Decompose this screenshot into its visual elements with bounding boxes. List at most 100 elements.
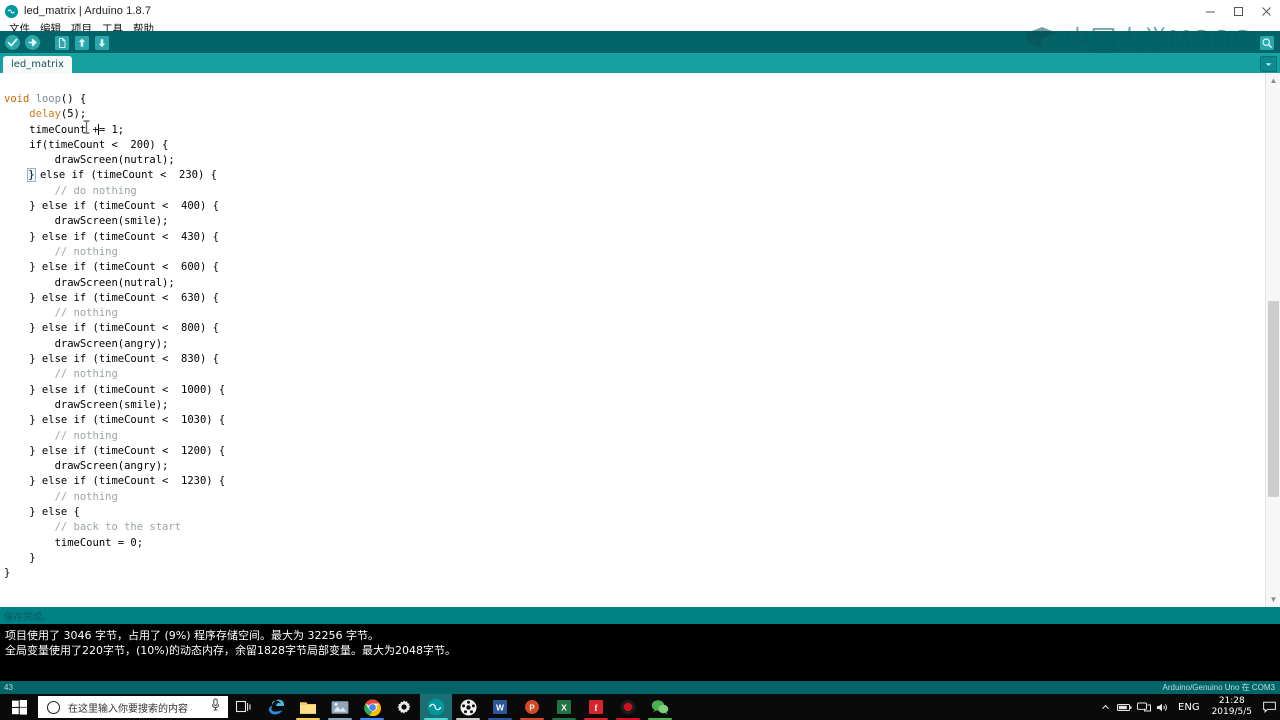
cursor-line-number: 43 xyxy=(4,683,13,692)
battery-icon[interactable] xyxy=(1115,694,1134,720)
hidden-icons-chevron-icon[interactable] xyxy=(1096,694,1115,720)
code-line: } else if (timeCount < 1030) { xyxy=(0,413,1264,428)
code-comment: // do nothing xyxy=(54,184,137,197)
scroll-up-button[interactable]: ▲ xyxy=(1266,73,1280,88)
code-token: } xyxy=(4,551,36,564)
foxit-icon[interactable]: f xyxy=(580,694,612,720)
code-line: // back to the start xyxy=(0,520,1264,535)
code-token: drawScreen(angry); xyxy=(4,337,169,350)
code-line: timeCount = 0; xyxy=(0,536,1264,551)
code-line: // do nothing xyxy=(0,184,1264,199)
code-token: drawScreen(angry); xyxy=(4,460,169,473)
taskbar-search-box[interactable]: 在这里输入你要搜索的内容 xyxy=(38,696,228,718)
input-language-indicator[interactable]: ENG xyxy=(1172,702,1206,713)
code-token: } else if (timeCount < 400) { xyxy=(4,200,219,213)
task-view-icon[interactable] xyxy=(228,694,260,720)
console-line-2: 全局变量使用了220字节，(10%)的动态内存，余留1828字节局部变量。最大为… xyxy=(5,644,457,657)
toolbar-buttons xyxy=(3,33,111,52)
code-line: drawScreen(angry); xyxy=(0,337,1264,352)
tab-menu-button[interactable] xyxy=(1260,56,1277,72)
search-input[interactable]: 在这里输入你要搜索的内容 xyxy=(68,700,210,715)
code-line: } else if (timeCount < 830) { xyxy=(0,352,1264,367)
maximize-button[interactable] xyxy=(1224,0,1252,22)
taskbar-app-icons: W P X f xyxy=(228,694,676,720)
code-line: drawScreen(angry); xyxy=(0,459,1264,474)
file-explorer-icon[interactable] xyxy=(292,694,324,720)
microphone-icon[interactable] xyxy=(210,698,221,716)
code-line: // nothing xyxy=(0,490,1264,505)
word-icon[interactable]: W xyxy=(484,694,516,720)
code-keyword: delay xyxy=(29,108,61,121)
arduino-icon[interactable] xyxy=(420,694,452,720)
svg-text:X: X xyxy=(561,703,567,713)
close-button[interactable] xyxy=(1252,0,1280,22)
chrome-icon[interactable] xyxy=(356,694,388,720)
cortana-circle-icon xyxy=(47,700,60,714)
code-token: } else if (timeCount < 830) { xyxy=(4,353,219,366)
code-comment: // back to the start xyxy=(54,521,182,534)
clock-date: 2019/5/5 xyxy=(1211,707,1252,717)
excel-icon[interactable]: X xyxy=(548,694,580,720)
scroll-down-button[interactable]: ▼ xyxy=(1266,592,1280,607)
photos-icon[interactable] xyxy=(324,694,356,720)
windows-start-icon[interactable] xyxy=(0,694,38,720)
code-text[interactable]: void loop() { delay(5); timeCount += 1; … xyxy=(0,73,1264,582)
code-token: } else if (timeCount < 600) { xyxy=(4,261,219,274)
tab-label: led_matrix xyxy=(11,59,64,70)
serial-monitor-button[interactable] xyxy=(1257,33,1276,52)
toolbar xyxy=(0,31,1280,53)
title-bar: led_matrix | Arduino 1.8.7 xyxy=(0,0,1280,23)
settings-icon[interactable] xyxy=(388,694,420,720)
scrollbar-track[interactable] xyxy=(1266,88,1280,592)
code-line: } xyxy=(0,566,1264,581)
open-sketch-button[interactable] xyxy=(72,33,91,52)
media-player-icon[interactable] xyxy=(452,694,484,720)
notification-icon[interactable] xyxy=(1258,694,1280,720)
code-keyword: void xyxy=(4,93,30,105)
new-sketch-button[interactable] xyxy=(52,33,71,52)
code-line: drawScreen(nutral); xyxy=(0,153,1264,168)
code-editor[interactable]: void loop() { delay(5); timeCount += 1; … xyxy=(0,73,1280,607)
board-port-info: Arduino/Genuino Uno 在 COM3 xyxy=(1162,683,1276,692)
tab-led-matrix[interactable]: led_matrix xyxy=(3,56,72,73)
status-message: 保存完成。 xyxy=(4,611,52,623)
recorder-icon[interactable] xyxy=(612,694,644,720)
powerpoint-icon[interactable]: P xyxy=(516,694,548,720)
verify-button[interactable] xyxy=(3,33,22,52)
window-title: led_matrix | Arduino 1.8.7 xyxy=(24,5,152,17)
code-token: drawScreen(nutral); xyxy=(4,276,175,289)
volume-icon[interactable] xyxy=(1153,694,1172,720)
window-controls xyxy=(1196,0,1280,22)
code-line: drawScreen(smile); xyxy=(0,398,1264,413)
save-sketch-button[interactable] xyxy=(92,33,111,52)
scrollbar-thumb[interactable] xyxy=(1268,301,1279,497)
code-comment: // nothing xyxy=(54,490,118,503)
code-token: } else if (timeCount < 630) { xyxy=(4,291,219,304)
code-token: drawScreen(nutral); xyxy=(4,154,175,167)
upload-button[interactable] xyxy=(23,33,42,52)
code-token: drawScreen(smile); xyxy=(4,398,169,411)
code-line: } else if (timeCount < 1200) { xyxy=(0,444,1264,459)
taskbar-clock[interactable]: 21:28 2019/5/5 xyxy=(1206,696,1258,718)
code-comment: // nothing xyxy=(54,245,118,258)
code-token: } else if (timeCount < 430) { xyxy=(4,230,219,243)
editor-vertical-scrollbar[interactable]: ▲ ▼ xyxy=(1265,73,1280,607)
code-token: if(timeCount < 200) { xyxy=(4,138,169,151)
code-comment: // nothing xyxy=(54,368,118,381)
arduino-ide-window: led_matrix | Arduino 1.8.7 文件 编辑 项目 工具 帮… xyxy=(0,0,1280,720)
code-token: } else if (timeCount < 1030) { xyxy=(4,414,226,427)
edge-icon[interactable] xyxy=(260,694,292,720)
console-output[interactable]: 项目使用了 3046 字节，占用了 (9%) 程序存储空间。最大为 32256 … xyxy=(0,624,1280,681)
code-token: } else if (timeCount < 1230) { xyxy=(4,475,226,488)
wechat-icon[interactable] xyxy=(644,694,676,720)
console-line-1: 项目使用了 3046 字节，占用了 (9%) 程序存储空间。最大为 32256 … xyxy=(5,629,379,642)
minimize-button[interactable] xyxy=(1196,0,1224,22)
network-icon[interactable] xyxy=(1134,694,1153,720)
code-token: } else if (timeCount < 800) { xyxy=(4,322,219,335)
code-line: } else if (timeCount < 430) { xyxy=(0,230,1264,245)
